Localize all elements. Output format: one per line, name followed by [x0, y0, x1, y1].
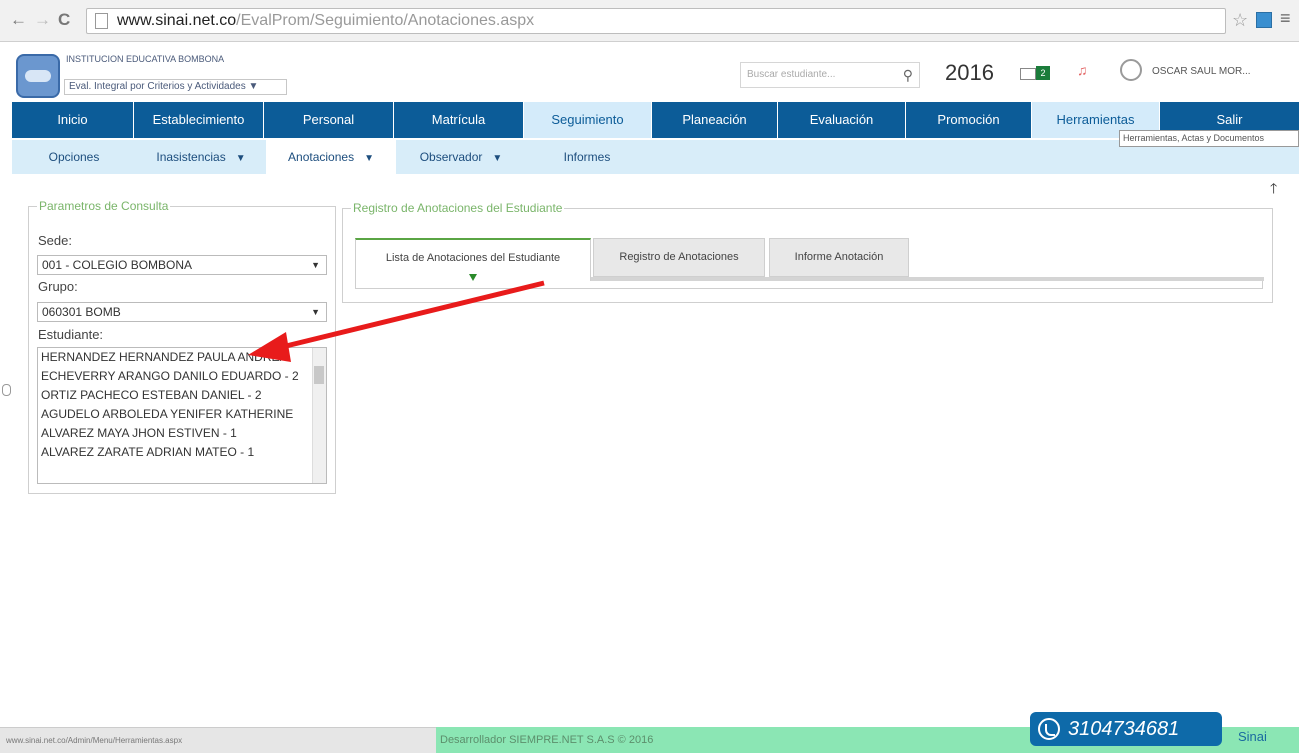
arrow-shaft	[285, 280, 545, 349]
red-arrow-annotation	[248, 280, 545, 362]
arrow-head	[248, 332, 291, 362]
